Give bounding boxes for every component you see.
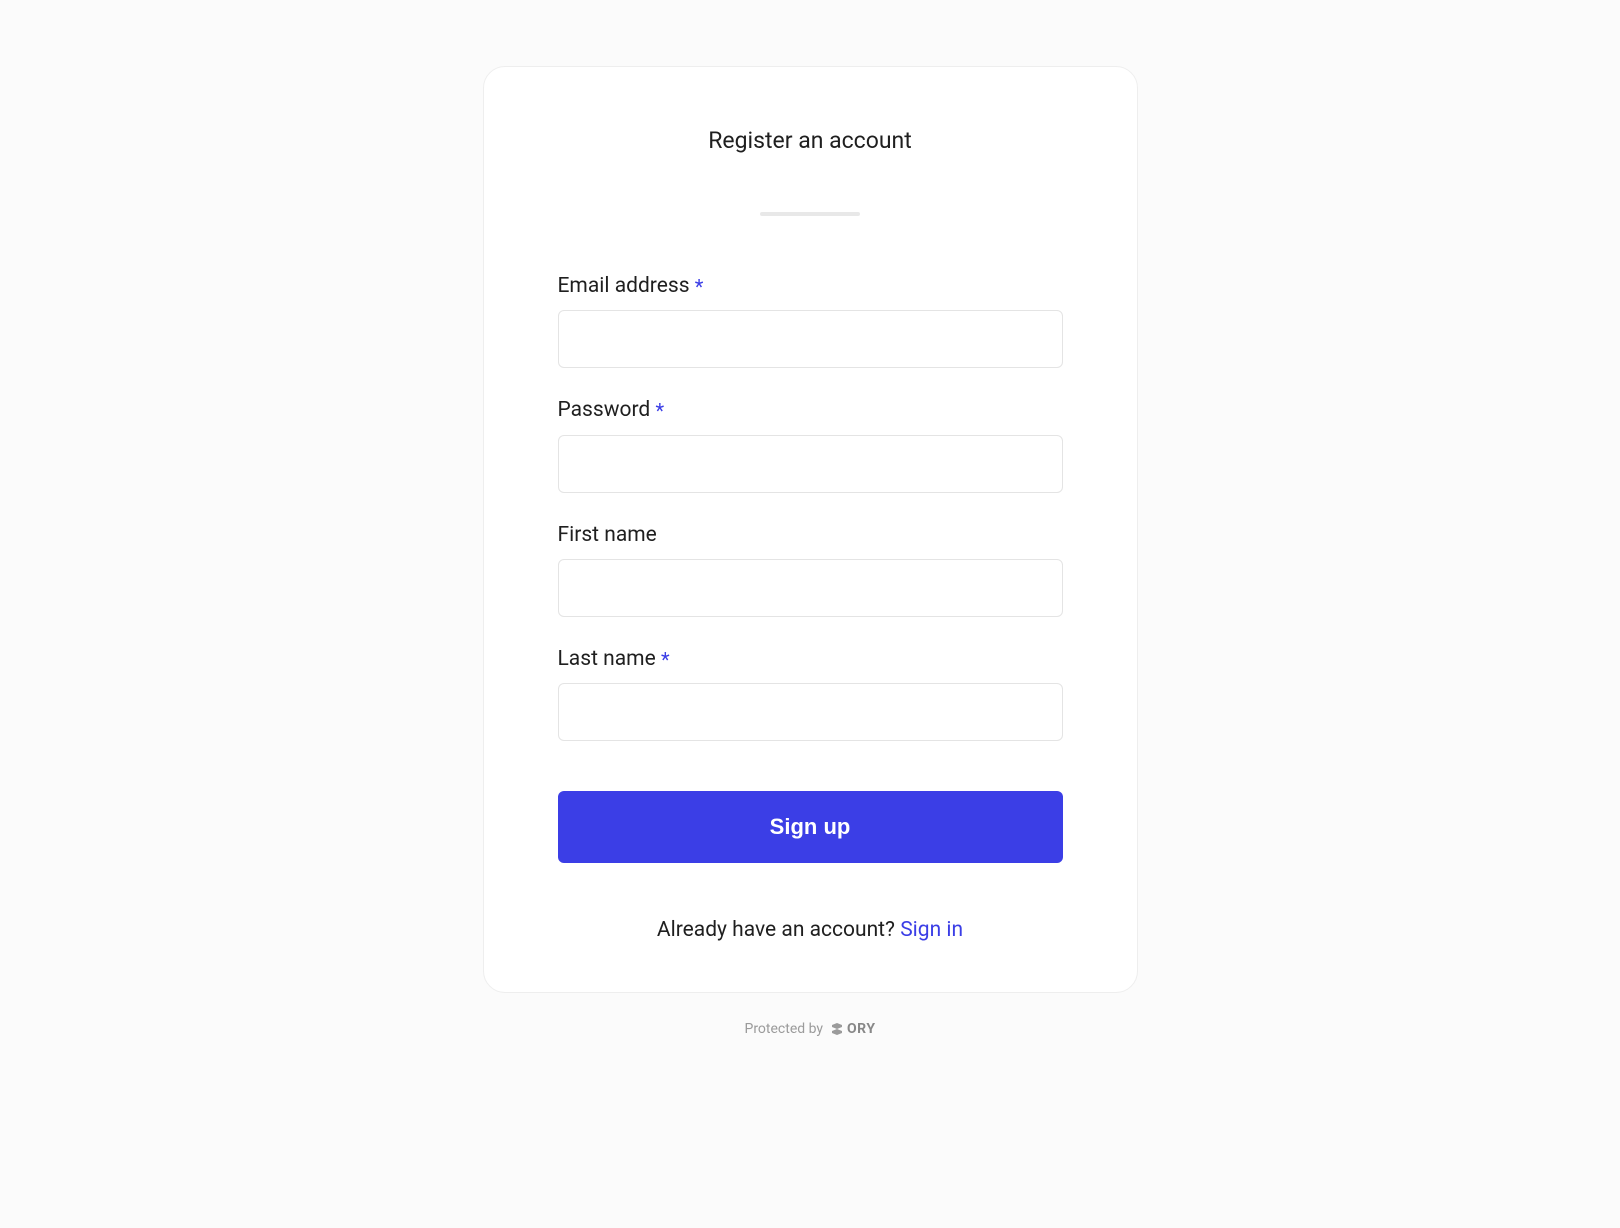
required-asterisk: * <box>661 647 670 671</box>
sign-up-button[interactable]: Sign up <box>558 791 1063 863</box>
first-name-label: First name <box>558 523 1063 547</box>
ory-logo-icon <box>831 1022 843 1036</box>
email-label: Email address * <box>558 274 1063 298</box>
already-have-account-text: Already have an account? <box>657 918 900 942</box>
ory-logo: ORY <box>831 1021 875 1037</box>
email-field-group: Email address * <box>558 274 1063 368</box>
protected-by-badge: Protected by ORY <box>744 1021 875 1037</box>
last-name-input[interactable] <box>558 683 1063 741</box>
sign-in-link[interactable]: Sign in <box>900 918 963 942</box>
required-asterisk: * <box>655 399 664 423</box>
footer-text: Already have an account? Sign in <box>558 918 1063 942</box>
ory-brand-text: ORY <box>847 1021 875 1037</box>
last-name-label: Last name * <box>558 647 1063 671</box>
email-label-text: Email address <box>558 274 690 298</box>
password-label: Password * <box>558 398 1063 422</box>
last-name-field-group: Last name * <box>558 647 1063 741</box>
last-name-label-text: Last name <box>558 647 656 671</box>
protected-prefix: Protected by <box>744 1021 823 1037</box>
registration-card: Register an account Email address * Pass… <box>483 66 1138 993</box>
password-label-text: Password <box>558 398 651 422</box>
password-input[interactable] <box>558 435 1063 493</box>
required-asterisk: * <box>695 274 704 298</box>
divider <box>760 212 860 216</box>
email-input[interactable] <box>558 310 1063 368</box>
page-title: Register an account <box>558 127 1063 154</box>
first-name-label-text: First name <box>558 523 657 547</box>
first-name-input[interactable] <box>558 559 1063 617</box>
first-name-field-group: First name <box>558 523 1063 617</box>
password-field-group: Password * <box>558 398 1063 492</box>
